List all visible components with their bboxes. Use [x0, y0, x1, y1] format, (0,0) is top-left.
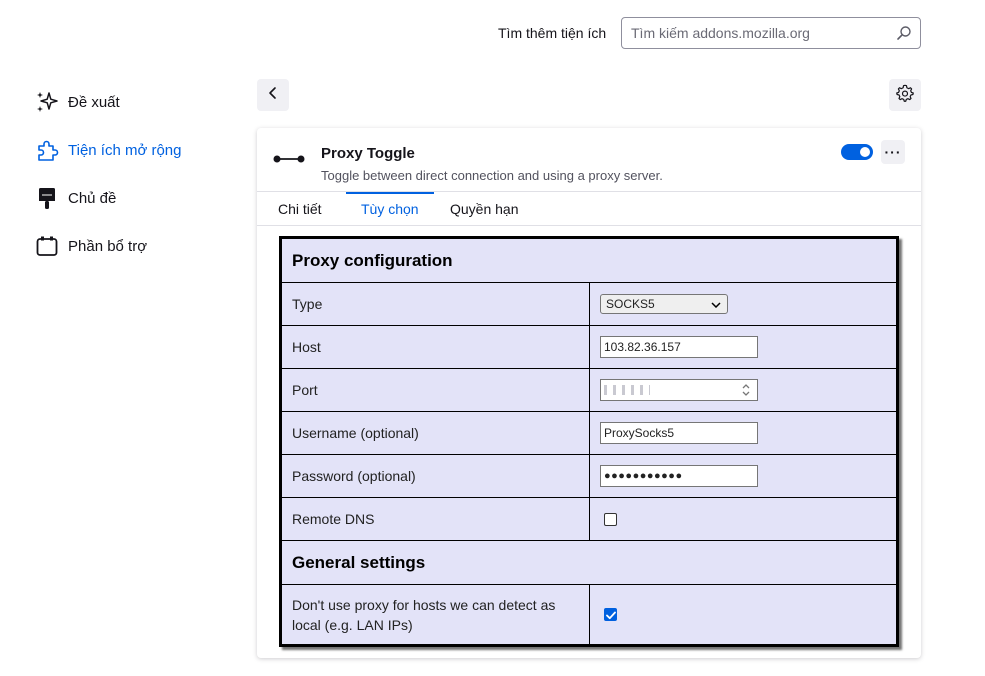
- password-input[interactable]: ●●●●●●●●●●●: [600, 465, 758, 487]
- type-select[interactable]: SOCKS5: [600, 294, 728, 314]
- username-value: ProxySocks5: [604, 426, 675, 440]
- host-value: 103.82.36.157: [604, 340, 681, 354]
- host-input[interactable]: 103.82.36.157: [600, 336, 758, 358]
- addon-name: Proxy Toggle: [321, 145, 415, 162]
- search-icon[interactable]: [888, 25, 920, 41]
- sidebar-item-label: Đề xuất: [68, 93, 120, 111]
- type-select-value: SOCKS5: [606, 297, 655, 311]
- tab-permissions[interactable]: Quyền hạn: [450, 192, 519, 226]
- settings-button[interactable]: [889, 79, 921, 111]
- sidebar-item-label: Chủ đề: [68, 189, 117, 207]
- sidebar-item-extensions[interactable]: Tiện ích mở rộng: [34, 126, 182, 174]
- tab-options[interactable]: Tùy chọn: [346, 192, 434, 226]
- addon-card: Proxy Toggle Toggle between direct conne…: [257, 128, 921, 658]
- sidebar-item-plugins[interactable]: Phần bổ trợ: [34, 222, 182, 270]
- back-button[interactable]: [257, 79, 289, 111]
- options-panel: Proxy configuration Type SOCKS5 Host 103…: [279, 236, 899, 647]
- addon-header: Proxy Toggle Toggle between direct conne…: [257, 128, 921, 192]
- plugin-icon: [34, 233, 60, 259]
- username-label: Username (optional): [281, 411, 590, 455]
- local-hosts-label: Don't use proxy for hosts we can detect …: [281, 584, 590, 645]
- proxy-config-heading: Proxy configuration: [281, 238, 897, 283]
- username-input[interactable]: ProxySocks5: [600, 422, 758, 444]
- chevron-down-icon: [711, 297, 721, 311]
- tab-details[interactable]: Chi tiết: [278, 192, 322, 226]
- more-options-button[interactable]: ···: [881, 140, 905, 164]
- addon-description: Toggle between direct connection and usi…: [321, 168, 663, 183]
- proxy-link-icon: [273, 152, 305, 164]
- search-input[interactable]: Tìm kiếm addons.mozilla.org: [621, 17, 921, 49]
- remote-dns-label: Remote DNS: [281, 497, 590, 541]
- toggle-knob: [860, 147, 870, 157]
- gear-icon: [896, 84, 914, 107]
- puzzle-icon: [34, 137, 60, 163]
- search-placeholder: Tìm kiếm addons.mozilla.org: [631, 25, 810, 41]
- sidebar-item-themes[interactable]: Chủ đề: [34, 174, 182, 222]
- search-area: Tìm thêm tiện ích: [498, 17, 615, 49]
- sidebar-item-recommendations[interactable]: Đề xuất: [34, 78, 182, 126]
- brush-icon: [34, 185, 60, 211]
- password-label: Password (optional): [281, 454, 590, 498]
- chevron-left-icon: [267, 86, 279, 105]
- port-input[interactable]: [600, 379, 758, 401]
- search-label: Tìm thêm tiện ích: [498, 25, 607, 41]
- enable-toggle[interactable]: [841, 144, 873, 160]
- password-dots: ●●●●●●●●●●●: [604, 470, 683, 482]
- sidebar-item-label: Phần bổ trợ: [68, 237, 148, 255]
- addon-tabs: Chi tiết Tùy chọn Quyền hạn: [257, 192, 921, 226]
- port-spinner[interactable]: [738, 381, 754, 399]
- local-hosts-checkbox[interactable]: [604, 608, 617, 621]
- remote-dns-checkbox[interactable]: [604, 512, 617, 526]
- options-table: Proxy configuration Type SOCKS5 Host 103…: [281, 238, 897, 645]
- type-label: Type: [281, 282, 590, 326]
- more-icon: ···: [884, 144, 902, 160]
- host-label: Host: [281, 325, 590, 369]
- checkmark-icon: [605, 607, 616, 623]
- port-value-redacted: [604, 385, 650, 395]
- sparkle-icon: [34, 89, 60, 115]
- sidebar-item-label: Tiện ích mở rộng: [68, 141, 182, 159]
- port-label: Port: [281, 368, 590, 412]
- sidebar: Đề xuất Tiện ích mở rộng Chủ đề Phần bổ …: [34, 78, 182, 270]
- general-settings-heading: General settings: [281, 540, 897, 585]
